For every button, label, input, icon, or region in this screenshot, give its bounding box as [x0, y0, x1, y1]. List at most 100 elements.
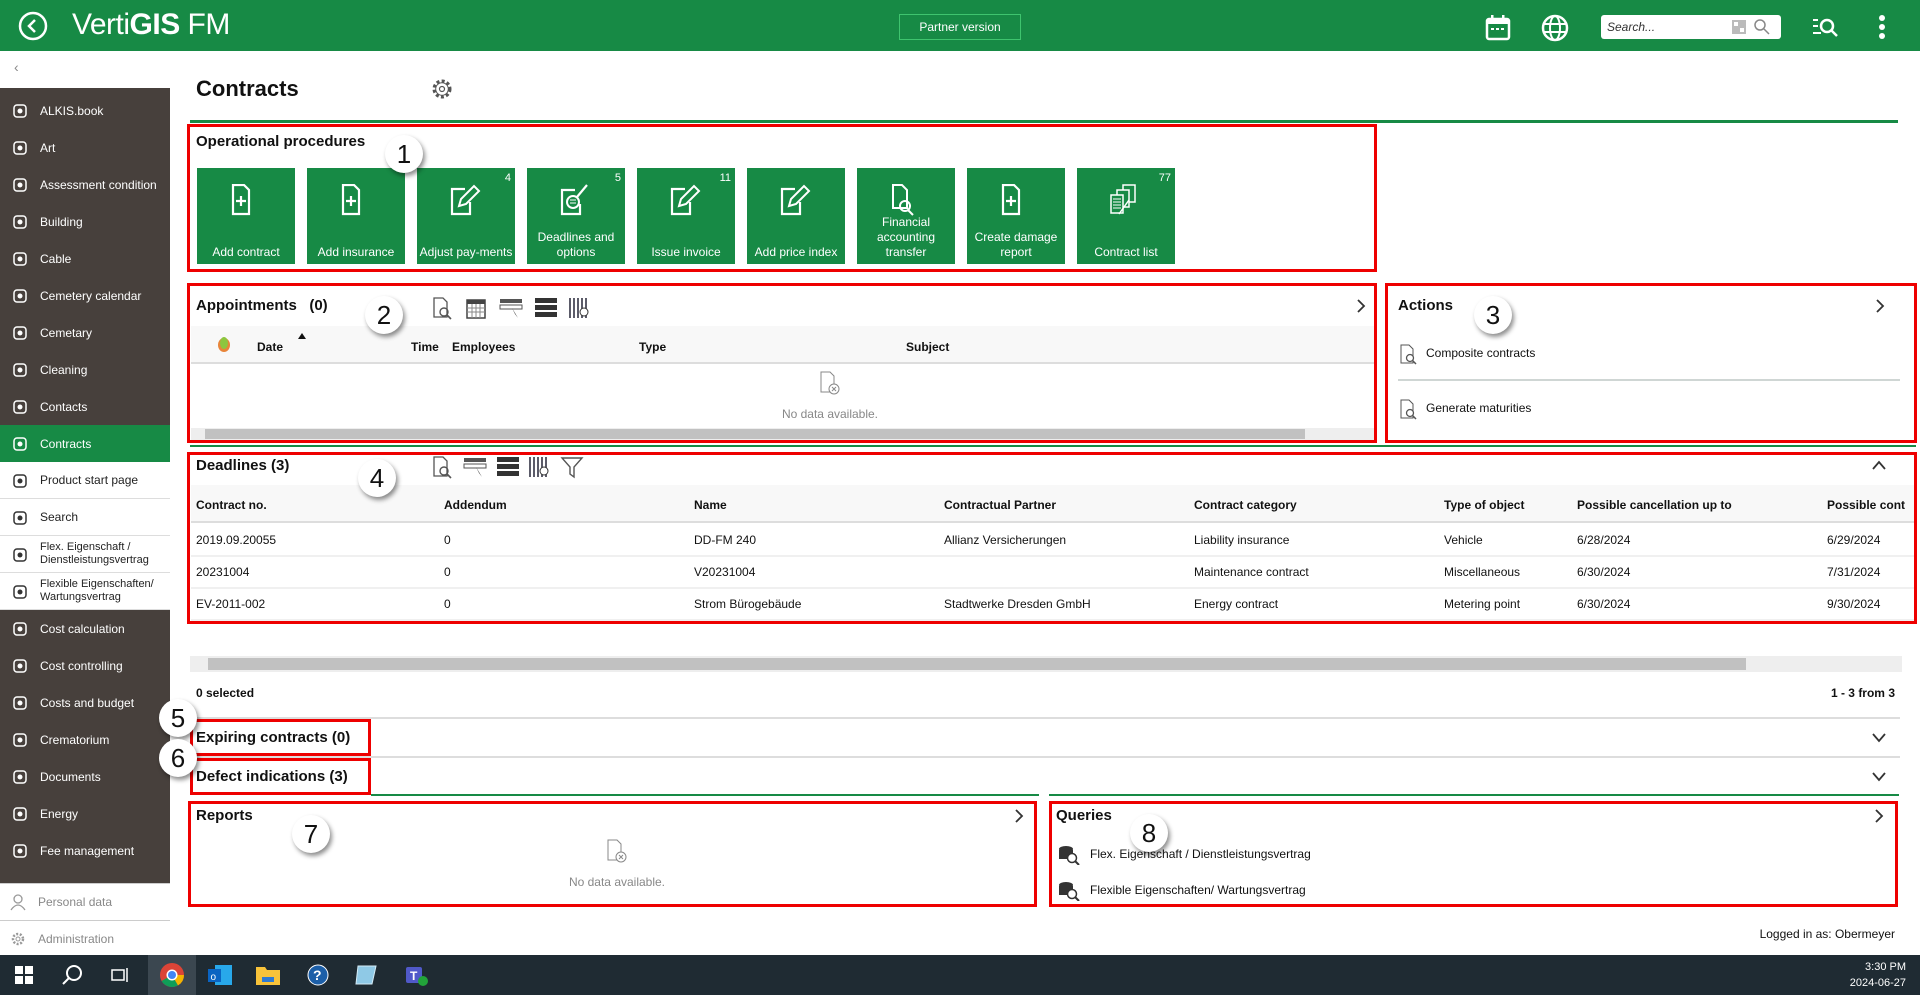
tile-count-badge: 11: [719, 172, 731, 184]
taskbar-search[interactable]: [48, 955, 96, 995]
tile-create-damage-report[interactable]: Create damage report: [967, 168, 1065, 264]
sort-ascending-icon[interactable]: [298, 333, 306, 339]
globe-icon[interactable]: [1541, 14, 1569, 42]
sidebar-item-energy[interactable]: Energy: [0, 795, 170, 832]
calendar-grid-icon[interactable]: [464, 296, 488, 320]
query-item[interactable]: Flex. Eigenschaft / Dienstleistungsvertr…: [1058, 845, 1311, 866]
chevron-right-icon[interactable]: [1874, 298, 1886, 314]
taskbar-explorer[interactable]: [244, 955, 292, 995]
start-button[interactable]: [0, 955, 48, 995]
sidebar-personal-data[interactable]: Personal data: [0, 883, 170, 920]
settings-gear-icon[interactable]: [431, 78, 453, 100]
deadlines-scrollbar[interactable]: [190, 656, 1902, 672]
back-icon[interactable]: [18, 11, 48, 41]
column-header[interactable]: Name: [694, 498, 727, 512]
sidebar-item-contacts[interactable]: Contacts: [0, 388, 170, 425]
list-view-icon[interactable]: [534, 296, 558, 320]
task-view[interactable]: [96, 955, 144, 995]
taskbar-app[interactable]: [342, 955, 390, 995]
chevron-right-icon[interactable]: [1013, 808, 1025, 824]
tile-contract-list[interactable]: 77 Contract list: [1077, 168, 1175, 264]
sidebar-item-cost-calculation[interactable]: Cost calculation: [0, 610, 170, 647]
sidebar-item-costs-and-budget[interactable]: Costs and budget: [0, 684, 170, 721]
column-time[interactable]: Time: [411, 340, 439, 354]
query-item[interactable]: Flexible Eigenschaften/ Wartungsvertrag: [1058, 881, 1306, 902]
sidebar-item-flex-eigenschaft-dienstleistungsvertrag[interactable]: Flex. Eigenschaft / Dienstleistungsvertr…: [0, 536, 170, 573]
svg-text:o: o: [211, 972, 217, 983]
qr-code-icon[interactable]: [1731, 19, 1747, 35]
collapse-sidebar-button[interactable]: ‹: [0, 51, 170, 88]
tile-issue-invoice[interactable]: 11 Issue invoice: [637, 168, 735, 264]
sidebar-item-cable[interactable]: Cable: [0, 240, 170, 277]
partner-version-button[interactable]: Partner version: [899, 14, 1021, 40]
more-menu-icon[interactable]: [1878, 14, 1886, 40]
chevron-up-icon[interactable]: [1871, 459, 1887, 471]
sidebar-item-assessment-condition[interactable]: Assessment condition: [0, 166, 170, 203]
chevron-right-icon[interactable]: [1355, 298, 1367, 314]
appointments-scrollbar[interactable]: [191, 428, 1374, 440]
defect-indications-title[interactable]: Defect indications (3): [196, 768, 348, 785]
sidebar-item-contracts[interactable]: Contracts: [0, 425, 170, 462]
column-type[interactable]: Type: [639, 340, 666, 354]
taskbar-teams[interactable]: T: [392, 955, 440, 995]
sidebar-item-cost-controlling[interactable]: Cost controlling: [0, 647, 170, 684]
selected-count: 0 selected: [196, 686, 255, 700]
sidebar-item-flexible-eigenschaften-wartungsvertrag[interactable]: Flexible Eigenschaften/ Wartungsvertrag: [0, 573, 170, 610]
add-document-icon: [341, 184, 361, 216]
column-header[interactable]: Contractual Partner: [944, 498, 1056, 512]
sidebar-item-fee-management[interactable]: Fee management: [0, 832, 170, 869]
column-date[interactable]: Date: [257, 340, 283, 354]
filter-row-icon[interactable]: [462, 455, 488, 479]
chevron-right-icon[interactable]: [1873, 808, 1885, 824]
column-settings-icon[interactable]: [528, 455, 552, 479]
document-search-icon[interactable]: [430, 296, 454, 320]
tile-deadlines-and-options[interactable]: 5 Deadlines and options: [527, 168, 625, 264]
tile-add-insurance[interactable]: Add insurance: [307, 168, 405, 264]
sidebar-item-crematorium[interactable]: Crematorium: [0, 721, 170, 758]
chevron-down-icon[interactable]: [1871, 731, 1887, 743]
tile-adjust-pay-ments[interactable]: 4 Adjust pay-ments: [417, 168, 515, 264]
taskbar-outlook[interactable]: o: [196, 955, 244, 995]
column-header[interactable]: Addendum: [444, 498, 507, 512]
column-header[interactable]: Contract no.: [196, 498, 267, 512]
tile-add-contract[interactable]: Add contract: [197, 168, 295, 264]
taskbar-help[interactable]: ?: [294, 955, 342, 995]
sidebar-item-cemetary[interactable]: Cemetary: [0, 314, 170, 351]
document-search-icon[interactable]: [430, 455, 454, 479]
sidebar-item-product-start-page[interactable]: Product start page: [0, 462, 170, 499]
sidebar-item-cleaning[interactable]: Cleaning: [0, 351, 170, 388]
column-settings-icon[interactable]: [568, 296, 592, 320]
sidebar-item-label: Fee management: [40, 843, 135, 858]
search-icon[interactable]: [1753, 18, 1771, 36]
advanced-search-icon[interactable]: [1812, 16, 1840, 38]
scrollbar-thumb[interactable]: [208, 658, 1746, 670]
sidebar-item-cemetery-calendar[interactable]: Cemetery calendar: [0, 277, 170, 314]
sidebar-administration[interactable]: Administration: [0, 920, 170, 957]
taskbar-chrome[interactable]: [148, 955, 196, 995]
column-header[interactable]: Contract category: [1194, 498, 1297, 512]
sidebar-item-label: Art: [40, 140, 56, 155]
sidebar-item-building[interactable]: Building: [0, 203, 170, 240]
action-composite-contracts[interactable]: Composite contracts: [1398, 343, 1535, 365]
search-input[interactable]: Search...: [1601, 15, 1781, 39]
column-header[interactable]: Possible cancellation up to: [1577, 498, 1732, 512]
chevron-down-icon[interactable]: [1871, 770, 1887, 782]
column-subject[interactable]: Subject: [906, 340, 949, 354]
expiring-contracts-title[interactable]: Expiring contracts (0): [196, 729, 350, 746]
list-view-icon[interactable]: [496, 455, 520, 479]
sidebar-item-search[interactable]: Search: [0, 499, 170, 536]
action-generate-maturities[interactable]: Generate maturities: [1398, 398, 1531, 420]
calendar-icon[interactable]: [1485, 14, 1511, 41]
filter-icon[interactable]: [560, 455, 584, 479]
column-header[interactable]: Possible cont: [1827, 498, 1915, 512]
column-employees[interactable]: Employees: [452, 340, 515, 354]
sidebar-item-alkis-book[interactable]: ALKIS.book: [0, 92, 170, 129]
scrollbar-thumb[interactable]: [205, 429, 1305, 439]
sidebar-item-art[interactable]: Art: [0, 129, 170, 166]
filter-row-icon[interactable]: [498, 296, 524, 320]
sidebar-item-documents[interactable]: Documents: [0, 758, 170, 795]
tile-financial-accounting-transfer[interactable]: Financial accounting transfer: [857, 168, 955, 264]
column-header[interactable]: Type of object: [1444, 498, 1524, 512]
system-clock[interactable]: 3:30 PM 2024-06-27: [1850, 959, 1906, 991]
tile-add-price-index[interactable]: Add price index: [747, 168, 845, 264]
